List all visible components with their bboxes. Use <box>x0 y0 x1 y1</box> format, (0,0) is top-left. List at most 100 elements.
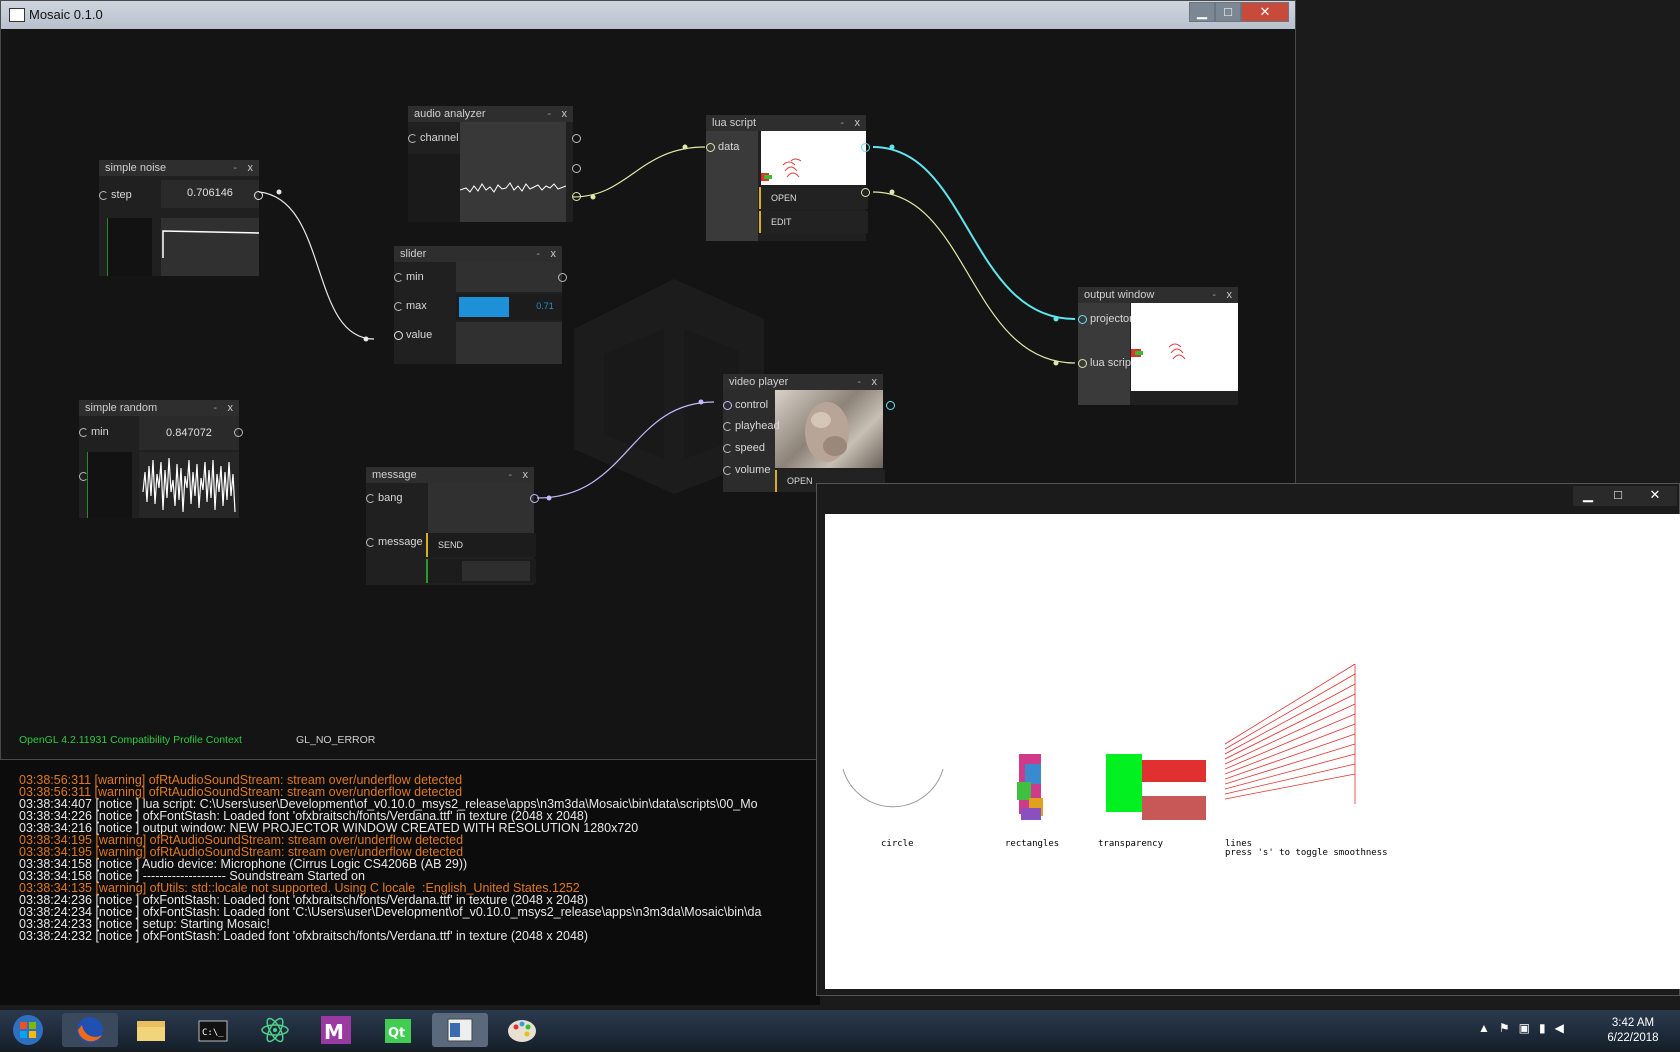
node-title: lua script <box>712 117 757 129</box>
inlet-speed[interactable] <box>723 444 732 453</box>
node-header[interactable]: simple noise - x <box>99 160 259 176</box>
node-slider[interactable]: slider - x min max value 0.71 <box>394 246 567 364</box>
lua-open-button[interactable]: OPEN <box>759 187 868 209</box>
outlet-1[interactable] <box>572 134 581 143</box>
minimize-node-button[interactable]: - <box>857 374 861 390</box>
tray-icons[interactable]: ▲⚑▣▮◀ <box>1478 1021 1573 1035</box>
outlet-data[interactable] <box>861 188 870 197</box>
outlet-texture[interactable] <box>886 401 895 410</box>
inlet-bang[interactable] <box>366 494 375 503</box>
node-title: audio analyzer <box>414 108 486 120</box>
close-node-button[interactable]: x <box>523 467 529 483</box>
inlet-volume[interactable] <box>723 466 732 475</box>
message-text-input[interactable] <box>426 559 536 583</box>
lua-edit-button[interactable]: EDIT <box>759 211 868 233</box>
outlet-2[interactable] <box>572 164 581 173</box>
node-simple-random[interactable]: simple random-x min max 0.847072 <box>79 400 243 518</box>
random-value-box: 0.847072 <box>139 416 239 450</box>
inlet-label-message: message <box>378 536 423 548</box>
node-message[interactable]: message - x bang message SEND <box>366 467 539 585</box>
qt-creator-icon[interactable]: Qt <box>371 1013 427 1047</box>
node-video-player[interactable]: video player - x control playhead speed vo… <box>723 374 895 492</box>
inlet-label-control: control <box>735 399 769 411</box>
inlet-lua-script[interactable] <box>1078 359 1087 368</box>
noise-graph <box>161 218 260 276</box>
minimize-node-button[interactable]: - <box>213 400 217 416</box>
outlet-texture[interactable] <box>861 143 870 152</box>
node-output-window[interactable]: output window - x projector lua script <box>1078 287 1238 405</box>
node-header[interactable]: video player - x <box>723 374 883 390</box>
inlet-data[interactable] <box>706 143 715 152</box>
close-node-button[interactable]: x <box>228 400 234 416</box>
inlet-value[interactable] <box>394 331 403 340</box>
node-simple-noise[interactable]: simple noise - x step 0.706146 <box>99 160 263 276</box>
inlet-label-speed: speed <box>735 442 765 454</box>
firefox-icon[interactable] <box>62 1013 118 1047</box>
inlet-projector[interactable] <box>1078 315 1087 324</box>
paint-icon[interactable] <box>494 1013 550 1047</box>
win2-maximize-button[interactable]: □ <box>1603 486 1633 506</box>
send-label: SEND <box>438 540 464 550</box>
minimize-node-button[interactable]: - <box>840 115 844 131</box>
label-transparency: transparency <box>1098 839 1164 849</box>
close-node-button[interactable]: x <box>562 106 568 122</box>
start-button[interactable] <box>2 1013 52 1047</box>
node-header[interactable]: output window - x <box>1078 287 1238 303</box>
outlet-message[interactable] <box>530 494 539 503</box>
system-clock[interactable]: 3:42 AM 6/22/2018 <box>1592 1016 1674 1046</box>
minimize-node-button[interactable]: - <box>508 467 512 483</box>
inlet-label-data: data <box>718 141 740 153</box>
inlet-min[interactable] <box>394 273 403 282</box>
node-lua-script[interactable]: lua script - x data OPEN EDIT <box>706 115 870 241</box>
close-node-button[interactable]: x <box>551 246 557 262</box>
inlet-playhead[interactable] <box>723 422 732 431</box>
projector-window: ▁ □ ✕ circle rectangles transparency lin… <box>816 483 1680 996</box>
node-header[interactable]: audio analyzer - x <box>408 106 573 122</box>
close-node-button[interactable]: x <box>248 160 254 176</box>
inlet-max[interactable] <box>394 302 403 311</box>
maximize-button[interactable]: □ <box>1215 2 1241 22</box>
outlet-noise[interactable] <box>254 191 263 200</box>
minimize-node-button[interactable]: - <box>536 246 540 262</box>
win2-minimize-button[interactable]: ▁ <box>1573 486 1603 506</box>
label-lines-hint: press 's' to toggle smoothness <box>1225 848 1388 858</box>
node-header[interactable]: simple random - x <box>79 400 239 416</box>
outlet-3[interactable] <box>572 192 581 201</box>
terminal-icon[interactable]: C:\_ <box>185 1013 241 1047</box>
inlet-label-volume: volume <box>735 464 771 476</box>
inlet-channel[interactable] <box>408 134 417 143</box>
inlet-step[interactable] <box>99 191 108 200</box>
lua-preview <box>761 131 866 185</box>
transparency-demo <box>1106 754 1206 820</box>
outlet-value[interactable] <box>558 273 567 282</box>
node-audio-analyzer[interactable]: audio analyzer - x channel <box>408 106 581 222</box>
mosaic-icon[interactable]: M <box>309 1013 365 1047</box>
window-app-icon[interactable] <box>432 1013 488 1047</box>
inlet-control[interactable] <box>723 401 732 410</box>
message-send-button[interactable]: SEND <box>426 533 536 557</box>
atom-icon[interactable] <box>247 1013 303 1047</box>
inlet-message[interactable] <box>366 538 375 547</box>
title-bar[interactable]: Mosaic 0.1.0 ▁ □ ✕ <box>1 1 1295 29</box>
close-node-button[interactable]: x <box>1227 287 1233 303</box>
svg-text:Qt: Qt <box>388 1026 405 1041</box>
node-header[interactable]: message - x <box>366 467 534 483</box>
file-explorer-icon[interactable] <box>123 1013 179 1047</box>
log-console: 03:38:56:311 [warning] ofRtAudioSoundStr… <box>0 760 820 1005</box>
inlet-min[interactable] <box>79 428 88 437</box>
node-header[interactable]: slider - x <box>394 246 562 262</box>
win2-close-button[interactable]: ✕ <box>1633 486 1677 506</box>
minimize-node-button[interactable]: - <box>233 160 237 176</box>
close-node-button[interactable]: x <box>872 374 878 390</box>
slider-track[interactable]: 0.71 <box>456 294 562 320</box>
minimize-node-button[interactable]: - <box>1212 287 1216 303</box>
outlet-random[interactable] <box>234 428 243 437</box>
minimize-button[interactable]: ▁ <box>1189 2 1215 22</box>
close-node-button[interactable]: x <box>855 115 861 131</box>
svg-text:C:\_: C:\_ <box>202 1028 224 1038</box>
close-button[interactable]: ✕ <box>1241 2 1289 22</box>
circle-demo <box>842 768 944 808</box>
node-header[interactable]: lua script - x <box>706 115 866 131</box>
minimize-node-button[interactable]: - <box>547 106 551 122</box>
clock-time: 3:42 AM <box>1611 1017 1655 1029</box>
